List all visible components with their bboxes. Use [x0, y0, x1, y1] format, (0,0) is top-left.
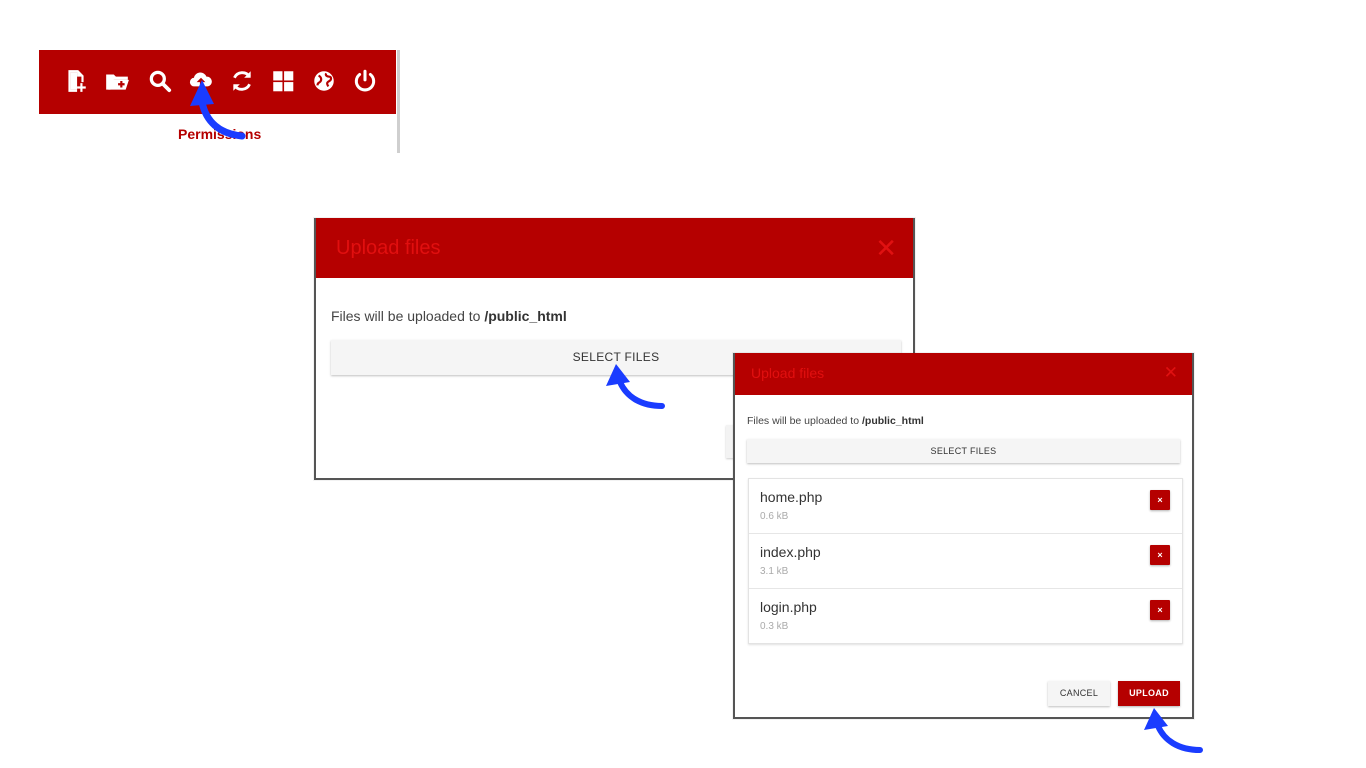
list-item: login.php 0.3 kB × — [749, 589, 1182, 643]
destination-prefix: Files will be uploaded to — [747, 415, 862, 427]
dialog-title: Upload files — [336, 237, 441, 259]
power-icon[interactable] — [352, 68, 378, 94]
selected-files-list: home.php 0.6 kB × index.php 3.1 kB × log… — [748, 478, 1183, 644]
file-name: home.php — [760, 489, 823, 505]
dialog-header: Upload files ✕ — [735, 353, 1192, 395]
grid-view-icon[interactable] — [270, 68, 296, 94]
search-icon[interactable] — [147, 68, 173, 94]
upload-cloud-icon[interactable] — [188, 68, 214, 94]
new-file-icon[interactable] — [63, 68, 89, 94]
upload-files-dialog-with-files: Upload files ✕ Files will be uploaded to… — [733, 353, 1194, 719]
dialog-header: Upload files ✕ — [316, 218, 913, 278]
new-folder-icon[interactable] — [104, 68, 130, 94]
file-size: 0.6 kB — [760, 511, 789, 522]
file-manager-toolbar — [39, 50, 396, 114]
toolbar-screenshot-crop: Permissions — [39, 50, 400, 153]
file-size: 0.3 kB — [760, 621, 789, 632]
list-item: home.php 0.6 kB × — [749, 479, 1182, 534]
destination-path: /public_html — [861, 415, 924, 427]
list-item: index.php 3.1 kB × — [749, 534, 1182, 589]
crop-divider — [397, 50, 400, 153]
dialog-title: Upload files — [751, 365, 825, 381]
upload-button[interactable]: UPLOAD — [1118, 681, 1180, 706]
remove-file-button[interactable]: × — [1150, 600, 1170, 620]
destination-path: /public_html — [484, 308, 567, 324]
cancel-button[interactable]: CANCEL — [1048, 681, 1110, 706]
globe-icon[interactable] — [311, 68, 337, 94]
remove-file-button[interactable]: × — [1150, 490, 1170, 510]
destination-prefix: Files will be uploaded to — [331, 308, 485, 324]
refresh-icon[interactable] — [229, 68, 255, 94]
close-icon[interactable]: ✕ — [875, 233, 897, 264]
destination-text: Files will be uploaded to /public_html — [747, 415, 924, 427]
permissions-label: Permissions — [178, 126, 262, 142]
file-name: index.php — [760, 544, 821, 560]
destination-text: Files will be uploaded to /public_html — [331, 308, 567, 324]
close-icon[interactable]: ✕ — [1164, 363, 1178, 383]
file-name: login.php — [760, 599, 817, 615]
file-size: 3.1 kB — [760, 566, 789, 577]
remove-file-button[interactable]: × — [1150, 545, 1170, 565]
select-files-button[interactable]: SELECT FILES — [747, 439, 1180, 463]
